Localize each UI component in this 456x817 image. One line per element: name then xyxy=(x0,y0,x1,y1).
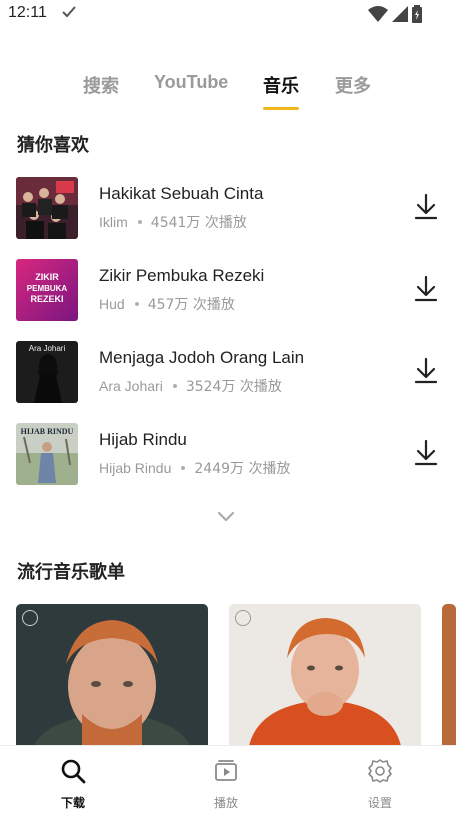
section-title-recommended: 猜你喜欢 xyxy=(17,135,89,156)
check-icon xyxy=(62,6,76,18)
album-cover: Ara Johari xyxy=(16,341,78,403)
album-cover: ZIKIR PEMBUKA REZEKI xyxy=(16,259,78,321)
playlist-card[interactable] xyxy=(16,604,208,746)
song-title: Zikir Pembuka Rezeki xyxy=(99,266,265,285)
signal-icon xyxy=(392,6,408,22)
status-time: 12:11 xyxy=(8,4,47,21)
nav-label: 播放 xyxy=(213,796,238,810)
song-plays: 2449万 次播放 xyxy=(194,461,291,477)
download-icon[interactable] xyxy=(413,193,439,221)
tab-music[interactable]: 音乐 xyxy=(263,72,299,98)
playlist-cover xyxy=(442,604,456,746)
song-meta: Iklim 4541万 次播放 xyxy=(99,212,247,232)
nav-settings[interactable]: 设置 xyxy=(330,746,430,817)
song-title: Hakikat Sebuah Cinta xyxy=(99,184,264,203)
nav-label: 设置 xyxy=(367,796,392,810)
nav-label: 下载 xyxy=(60,796,85,810)
cover-text: Ara Johari xyxy=(29,344,66,353)
active-tab-indicator xyxy=(263,107,299,110)
song-meta: Hijab Rindu 2449万 次播放 xyxy=(99,458,290,478)
battery-icon xyxy=(412,5,422,23)
song-meta: Hud 457万 次播放 xyxy=(99,294,235,314)
download-icon[interactable] xyxy=(413,275,439,303)
separator-dot xyxy=(181,466,186,470)
playlist-play-icon xyxy=(235,610,251,626)
album-cover xyxy=(16,177,78,239)
cover-text: ZIKIR xyxy=(35,272,59,282)
song-meta: Ara Johari 3524万 次播放 xyxy=(99,376,282,396)
tab-youtube[interactable]: YouTube xyxy=(154,72,228,93)
nav-play[interactable]: 播放 xyxy=(176,746,276,817)
song-artist: Hud xyxy=(99,296,125,312)
download-icon[interactable] xyxy=(413,439,439,467)
chevron-down-icon[interactable] xyxy=(216,509,236,523)
song-plays: 3524万 次播放 xyxy=(185,379,282,395)
song-artist: Ara Johari xyxy=(99,378,163,394)
nav-download[interactable]: 下载 xyxy=(23,746,123,817)
song-row[interactable]: Hakikat Sebuah Cinta Iklim 4541万 次播放 xyxy=(0,177,456,241)
playlist-card[interactable] xyxy=(229,604,421,746)
tab-search[interactable]: 搜索 xyxy=(83,72,119,98)
playlist-play-icon xyxy=(22,610,38,626)
separator-dot xyxy=(172,384,177,388)
song-artist: Hijab Rindu xyxy=(99,460,172,476)
cover-text: PEMBUKA xyxy=(27,284,68,293)
song-artist: Iklim xyxy=(99,214,128,230)
separator-dot xyxy=(134,302,139,306)
song-title: Hijab Rindu xyxy=(99,430,187,449)
bottom-navigation: 下载 播放 设置 xyxy=(0,745,456,817)
song-title: Menjaga Jodoh Orang Lain xyxy=(99,348,305,367)
song-row[interactable]: ZIKIR PEMBUKA REZEKI Zikir Pembuka Rezek… xyxy=(0,259,456,323)
song-plays: 4541万 次播放 xyxy=(150,215,247,231)
playlist-cover xyxy=(16,604,208,746)
play-library-icon xyxy=(215,760,237,781)
cover-text: HIJAB RINDU xyxy=(21,427,74,436)
separator-dot xyxy=(137,220,142,224)
status-icons xyxy=(368,5,422,23)
section-title-playlists: 流行音乐歌单 xyxy=(17,562,125,583)
cover-text: REZEKI xyxy=(30,294,63,304)
tab-more[interactable]: 更多 xyxy=(335,72,371,98)
playlist-cover xyxy=(229,604,421,746)
top-tabs: 搜索 YouTube 音乐 更多 xyxy=(0,68,456,112)
song-row[interactable]: HIJAB RINDU Hijab Rindu Hijab Rindu 2449… xyxy=(0,423,456,487)
album-cover: HIJAB RINDU xyxy=(16,423,78,485)
search-icon xyxy=(61,759,86,784)
status-bar: 12:11 xyxy=(0,0,456,28)
wifi-icon xyxy=(368,6,388,22)
song-plays: 457万 次播放 xyxy=(147,297,235,313)
song-row[interactable]: Ara Johari Menjaga Jodoh Orang Lain Ara … xyxy=(0,341,456,405)
download-icon[interactable] xyxy=(413,357,439,385)
gear-icon xyxy=(368,759,392,783)
playlist-card[interactable] xyxy=(442,604,456,746)
